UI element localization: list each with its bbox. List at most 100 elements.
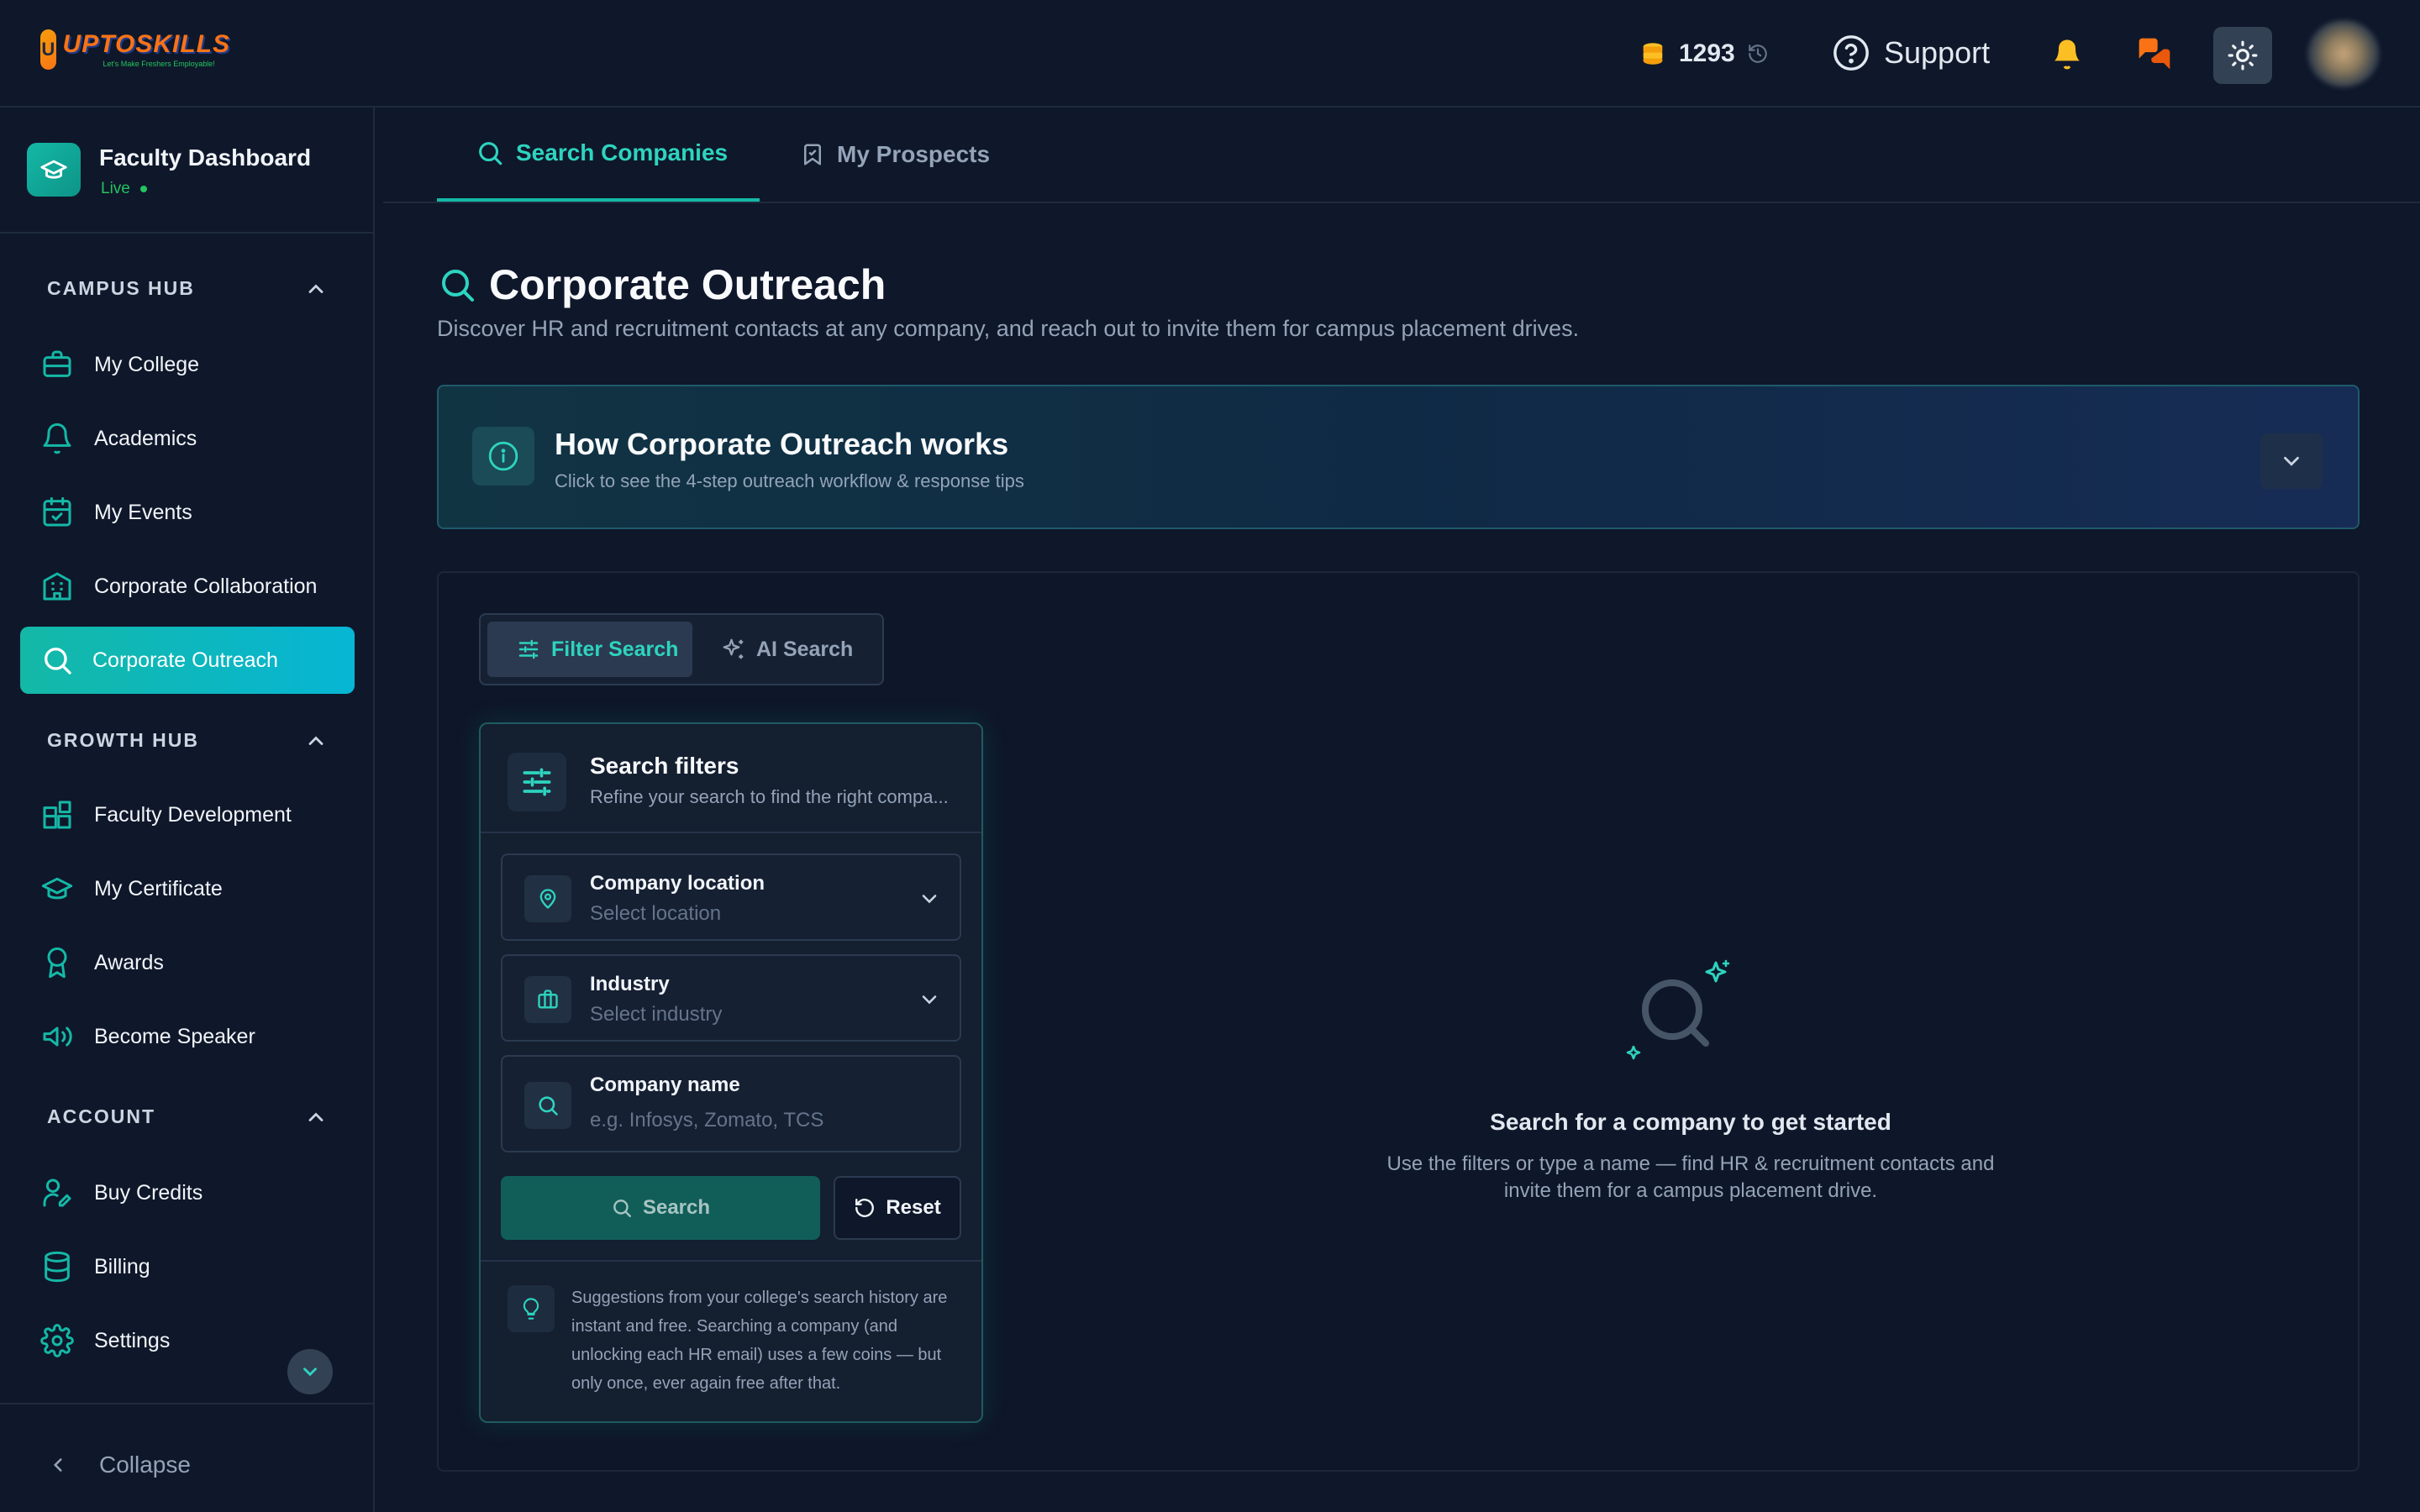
chevron-down-icon [299, 1361, 321, 1383]
search-icon [40, 643, 74, 677]
user-pen-icon [40, 1176, 74, 1210]
gear-icon [40, 1324, 74, 1357]
industry-value: Select industry [590, 1003, 723, 1026]
blocks-icon [40, 798, 74, 832]
sidebar-item-my-college[interactable]: My College [20, 331, 355, 398]
logo-tagline: Let's Make Freshers Employable! [103, 59, 215, 68]
reset-button[interactable]: Reset [834, 1176, 961, 1240]
company-name-field[interactable]: Company name e.g. Infosys, Zomato, TCS [501, 1055, 961, 1152]
bell-icon [40, 422, 74, 455]
how-it-works-title: How Corporate Outreach works [555, 427, 1009, 461]
graduation-cap-icon [27, 143, 81, 197]
company-name-input[interactable]: e.g. Infosys, Zomato, TCS [590, 1109, 823, 1132]
sidebar-item-faculty-development[interactable]: Faculty Development [20, 781, 355, 848]
chevron-down-icon [918, 887, 941, 911]
filters-subtitle: Refine your search to find the right com… [590, 786, 949, 807]
sidebar-item-corporate-outreach[interactable]: Corporate Outreach [20, 627, 355, 694]
empty-state-text: Use the filters or type a name — find HR… [1386, 1152, 1995, 1202]
bell-icon[interactable] [2049, 35, 2086, 72]
logo-badge-icon: U [40, 29, 56, 70]
sidebar-item-my-certificate[interactable]: My Certificate [20, 855, 355, 922]
search-icon [524, 1082, 571, 1129]
theme-toggle-button[interactable] [2213, 27, 2272, 84]
chevron-up-icon[interactable] [304, 1105, 328, 1129]
sidebar-item-awards[interactable]: Awards [20, 929, 355, 996]
tab-bar: Search Companies My Prospects [383, 108, 2420, 203]
search-button[interactable]: Search [501, 1176, 820, 1240]
industry-label: Industry [590, 973, 670, 995]
how-it-works-panel[interactable]: How Corporate Outreach works Click to se… [437, 385, 2360, 529]
sidebar-header: Faculty Dashboard Live [0, 108, 375, 234]
sidebar-item-become-speaker[interactable]: Become Speaker [20, 1003, 355, 1070]
search-panel: Filter Search AI Search Search filters R… [437, 571, 2360, 1472]
search-filters-card: Search filters Refine your search to fin… [479, 722, 983, 1423]
sidebar-item-academics[interactable]: Academics [20, 405, 355, 472]
section-title-account: ACCOUNT [47, 1105, 155, 1127]
chevron-up-icon[interactable] [304, 277, 328, 301]
award-icon [40, 946, 74, 979]
search-icon [611, 1197, 633, 1219]
filters-tip: Suggestions from your college's search h… [481, 1260, 981, 1423]
megaphone-icon [40, 1020, 74, 1053]
section-title-growth-hub: GROWTH HUB [47, 729, 199, 751]
search-icon [437, 265, 477, 305]
search-icon [476, 139, 504, 167]
briefcase-icon [524, 976, 571, 1023]
support-button[interactable]: Support [1832, 32, 1990, 74]
empty-state-title: Search for a company to get started [1490, 1109, 1891, 1135]
tab-search-companies[interactable]: Search Companies [437, 108, 760, 202]
database-icon [40, 1250, 74, 1284]
app-logo[interactable]: U UPTOSKILLS Let's Make Freshers Employa… [40, 25, 230, 74]
filters-header: Search filters Refine your search to fin… [481, 724, 981, 833]
ai-search-button[interactable]: AI Search [696, 622, 877, 677]
location-label: Company location [590, 872, 765, 895]
company-name-label: Company name [590, 1074, 740, 1096]
how-it-works-subtitle: Click to see the 4-step outreach workflo… [555, 470, 1024, 491]
sidebar-item-corporate-collaboration[interactable]: Corporate Collaboration [20, 553, 355, 620]
sliders-icon [516, 637, 541, 662]
coin-balance[interactable]: 1293 [1639, 35, 1769, 72]
chevron-up-icon[interactable] [304, 729, 328, 753]
collapse-label: Collapse [99, 1452, 191, 1478]
building-icon [40, 570, 74, 603]
location-value: Select location [590, 902, 722, 925]
expand-button[interactable] [2260, 433, 2323, 489]
sidebar-item-buy-credits[interactable]: Buy Credits [20, 1159, 355, 1226]
chevron-down-icon [2279, 449, 2304, 474]
chevron-down-icon [918, 988, 941, 1011]
scroll-down-button[interactable] [287, 1349, 333, 1394]
calendar-check-icon [40, 496, 74, 529]
filter-search-button[interactable]: Filter Search [487, 622, 692, 677]
sidebar-item-billing[interactable]: Billing [20, 1233, 355, 1300]
help-circle-icon [1832, 34, 1870, 72]
section-title-campus-hub: CAMPUS HUB [47, 277, 195, 299]
sparkles-icon [721, 637, 746, 662]
sidebar: Faculty Dashboard Live CAMPUS HUB My Col… [0, 108, 375, 1512]
filters-title: Search filters [590, 753, 739, 779]
page-title: Corporate Outreach [437, 260, 886, 309]
live-status: Live [101, 180, 147, 198]
chat-icon[interactable] [2136, 35, 2173, 72]
logo-word: UPTOSKILLS [62, 29, 230, 58]
industry-select[interactable]: Industry Select industry [501, 954, 961, 1042]
coins-icon [1639, 39, 1667, 68]
history-icon[interactable] [1747, 43, 1769, 65]
company-location-select[interactable]: Company location Select location [501, 853, 961, 941]
map-pin-icon [524, 875, 571, 922]
live-dot [139, 186, 147, 192]
sliders-icon [508, 753, 566, 811]
chevron-left-icon [47, 1454, 69, 1476]
page-subtitle: Discover HR and recruitment contacts at … [437, 316, 1580, 341]
collapse-button[interactable]: Collapse [47, 1452, 191, 1478]
avatar[interactable] [2307, 20, 2380, 87]
tip-text: Suggestions from your college's search h… [571, 1289, 948, 1393]
search-sparkles-icon [1625, 959, 1734, 1068]
dashboard-title: Faculty Dashboard [99, 144, 312, 171]
sidebar-item-my-events[interactable]: My Events [20, 479, 355, 546]
tab-my-prospects[interactable]: My Prospects [800, 108, 990, 202]
sidebar-footer: Collapse [0, 1403, 375, 1512]
coin-count: 1293 [1679, 39, 1735, 67]
sun-icon [2227, 39, 2259, 71]
rotate-ccw-icon [854, 1197, 876, 1219]
search-mode-toggle: Filter Search AI Search [479, 613, 884, 685]
